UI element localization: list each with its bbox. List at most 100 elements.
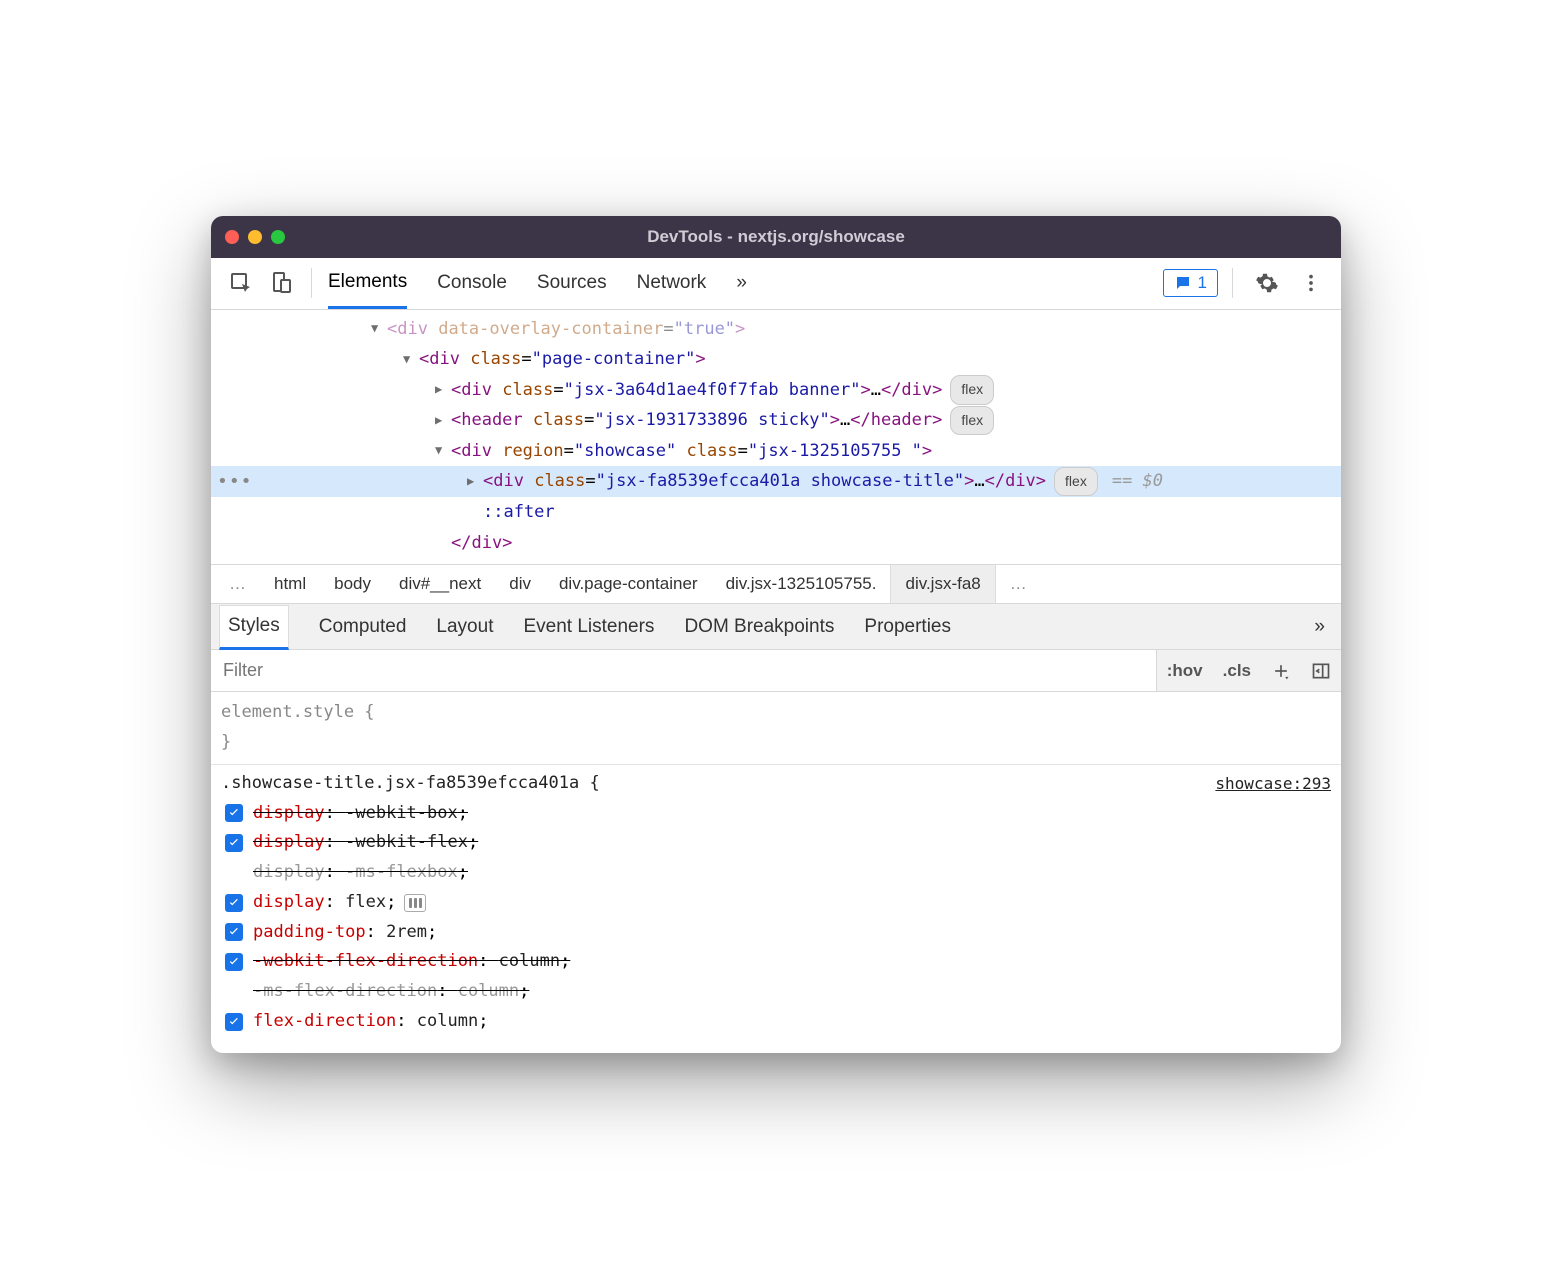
titlebar: DevTools - nextjs.org/showcase (211, 216, 1341, 258)
dom-node-html: <div region="showcase" class="jsx-132510… (451, 436, 932, 467)
subtabs-overflow[interactable]: » (1314, 604, 1325, 649)
cls-toggle[interactable]: .cls (1213, 650, 1261, 691)
crumb-item[interactable]: div.page-container (545, 574, 712, 594)
crumb-overflow[interactable]: … (215, 574, 260, 594)
dom-node[interactable]: </div> (211, 528, 1341, 559)
property-value[interactable]: column (499, 951, 560, 971)
dom-node[interactable]: ::after (211, 497, 1341, 528)
property-toggle-checkbox[interactable] (225, 834, 243, 852)
subtab-properties[interactable]: Properties (864, 604, 951, 649)
subtab-layout[interactable]: Layout (436, 604, 493, 649)
property-toggle-checkbox[interactable] (225, 804, 243, 822)
property-toggle-checkbox[interactable] (225, 1013, 243, 1031)
ellipsis-icon[interactable]: ••• (217, 466, 253, 498)
tab-sources[interactable]: Sources (537, 259, 607, 307)
expand-arrow-icon[interactable]: ▶ (435, 379, 449, 401)
device-toolbar-icon[interactable] (267, 269, 295, 297)
expand-arrow-icon[interactable]: ▶ (435, 410, 449, 432)
property-value[interactable]: -webkit-box (345, 803, 458, 823)
crumb-item[interactable]: html (260, 574, 320, 594)
issues-button[interactable]: 1 (1163, 269, 1218, 297)
hov-toggle[interactable]: :hov (1157, 650, 1213, 691)
property-name[interactable]: -ms-flex-direction (253, 981, 437, 1001)
element-style-rule[interactable]: element.style { } (221, 698, 1331, 758)
expand-arrow-icon[interactable]: ▼ (371, 318, 385, 340)
property-name[interactable]: display (253, 892, 325, 912)
property-value[interactable]: column (458, 981, 519, 1001)
settings-icon[interactable] (1253, 269, 1281, 297)
property-value[interactable]: -ms-flexbox (345, 862, 458, 882)
property-toggle-checkbox[interactable] (225, 923, 243, 941)
dom-tree-panel[interactable]: ▼<div data-overlay-container="true">▼<di… (211, 310, 1341, 565)
tabs-overflow[interactable]: » (736, 259, 747, 307)
property-name[interactable]: display (253, 862, 325, 882)
subtab-computed[interactable]: Computed (319, 604, 407, 649)
crumb-item[interactable]: body (320, 574, 385, 594)
inspect-element-icon[interactable] (227, 269, 255, 297)
property-name[interactable]: display (253, 803, 325, 823)
panel-tabs: Elements Console Sources Network » (322, 258, 1163, 309)
css-property[interactable]: display: -ms-flexbox; (221, 858, 1331, 888)
css-property[interactable]: padding-top: 2rem; (221, 918, 1331, 948)
css-property[interactable]: -ms-flex-direction: column; (221, 977, 1331, 1007)
expand-arrow-icon[interactable]: ▶ (467, 471, 481, 493)
issues-count: 1 (1198, 273, 1207, 293)
styles-filter-input[interactable] (211, 650, 1156, 691)
flex-badge[interactable]: flex (950, 406, 994, 435)
tab-console[interactable]: Console (437, 259, 507, 307)
property-name[interactable]: -webkit-flex-direction (253, 951, 478, 971)
rule-source-link[interactable]: showcase:293 (1215, 770, 1331, 798)
property-toggle-checkbox[interactable] (225, 894, 243, 912)
expand-arrow-icon[interactable]: ▼ (435, 440, 449, 462)
crumb-item[interactable]: div (495, 574, 545, 594)
css-rule[interactable]: .showcase-title.jsx-fa8539efcca401a { sh… (221, 769, 1331, 1037)
rule-properties: display: -webkit-box;display: -webkit-fl… (221, 799, 1331, 1037)
styles-pane: element.style { } .showcase-title.jsx-fa… (211, 692, 1341, 1052)
property-toggle-checkbox[interactable] (225, 953, 243, 971)
rule-separator (211, 764, 1341, 765)
flex-badge[interactable]: flex (1054, 467, 1098, 496)
property-name[interactable]: flex-direction (253, 1011, 396, 1031)
property-name[interactable]: padding-top (253, 922, 366, 942)
tab-elements[interactable]: Elements (328, 258, 407, 309)
flex-badge[interactable]: flex (950, 375, 994, 404)
subtab-dom-breakpoints[interactable]: DOM Breakpoints (684, 604, 834, 649)
toolbar-right: 1 (1163, 268, 1331, 298)
property-value[interactable]: column (417, 1011, 478, 1031)
crumb-item[interactable]: div#__next (385, 574, 495, 594)
css-property[interactable]: display: -webkit-flex; (221, 828, 1331, 858)
property-value[interactable]: -webkit-flex (345, 832, 468, 852)
dom-node[interactable]: ▼<div region="showcase" class="jsx-13251… (211, 436, 1341, 467)
dom-node[interactable]: ▶<header class="jsx-1931733896 sticky">…… (211, 405, 1341, 436)
separator (1232, 268, 1233, 298)
dom-node-selected[interactable]: •••▶<div class="jsx-fa8539efcca401a show… (211, 466, 1341, 497)
new-style-rule-icon[interactable] (1261, 650, 1301, 691)
more-menu-icon[interactable] (1297, 269, 1325, 297)
dom-node[interactable]: ▼<div class="page-container"> (211, 344, 1341, 375)
expand-arrow-icon[interactable]: ▼ (403, 349, 417, 371)
devtools-window: DevTools - nextjs.org/showcase Elements … (211, 216, 1341, 1053)
tab-network[interactable]: Network (637, 259, 707, 307)
css-property[interactable]: display: -webkit-box; (221, 799, 1331, 829)
crumb-item[interactable]: div.jsx-1325105755. (712, 574, 891, 594)
css-property[interactable]: flex-direction: column; (221, 1007, 1331, 1037)
property-name[interactable]: display (253, 832, 325, 852)
property-value[interactable]: flex (345, 892, 386, 912)
dom-node[interactable]: ▶<div class="jsx-3a64d1ae4f0f7fab banner… (211, 375, 1341, 406)
crumb-item[interactable]: div.jsx-fa8 (890, 565, 995, 603)
css-property[interactable]: -webkit-flex-direction: column; (221, 947, 1331, 977)
dom-node-html: <div data-overlay-container="true"> (387, 314, 745, 345)
subtab-event-listeners[interactable]: Event Listeners (523, 604, 654, 649)
property-value[interactable]: 2rem (386, 922, 427, 942)
computed-sidebar-icon[interactable] (1301, 650, 1341, 691)
rule-selector[interactable]: .showcase-title.jsx-fa8539efcca401a { (221, 769, 600, 799)
dom-node-html: <div class="page-container"> (419, 344, 706, 375)
flexbox-editor-icon[interactable] (404, 894, 426, 912)
window-title: DevTools - nextjs.org/showcase (211, 227, 1341, 247)
css-property[interactable]: display: flex; (221, 888, 1331, 918)
crumb-overflow[interactable]: … (996, 574, 1041, 594)
subtab-styles[interactable]: Styles (219, 605, 289, 650)
main-toolbar: Elements Console Sources Network » 1 (211, 258, 1341, 310)
console-reference: == $0 (1112, 466, 1163, 497)
dom-node[interactable]: ▼<div data-overlay-container="true"> (211, 314, 1341, 345)
